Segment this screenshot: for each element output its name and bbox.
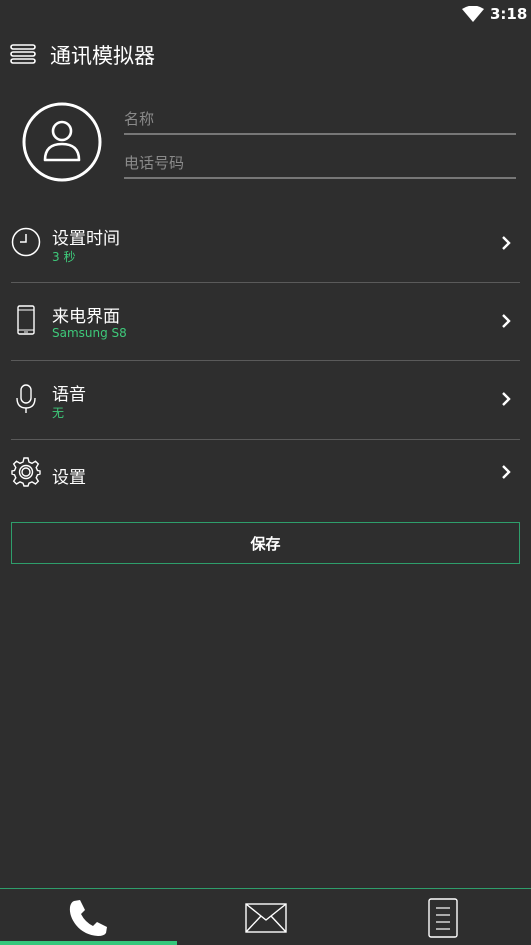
name-field [124,107,516,135]
setting-row-settings[interactable]: 设置 [11,440,520,518]
setting-row-call-screen[interactable]: 来电界面 Samsung S8 [11,283,520,361]
mail-icon [245,903,287,933]
phone-icon [69,900,107,936]
clock-icon [11,227,41,257]
setting-label: 语音 [52,385,86,405]
chevron-right-icon [502,465,511,479]
wifi-icon [462,6,484,22]
setting-value: 3 秒 [52,250,76,264]
save-button[interactable]: 保存 [11,522,520,564]
bottom-nav [0,888,531,945]
status-bar: 3:18 [0,0,531,30]
status-time: 3:18 [490,5,528,23]
gear-icon [11,457,41,487]
user-avatar-icon[interactable] [21,101,103,183]
app-bar: 通讯模拟器 [0,36,531,72]
name-input[interactable] [124,107,516,131]
tab-documents[interactable] [354,889,531,945]
document-icon [428,898,458,938]
phone-field [124,151,516,179]
setting-row-time[interactable]: 设置时间 3 秒 [11,205,520,283]
setting-label: 来电界面 [52,307,120,327]
setting-value: 无 [52,406,65,420]
phone-input[interactable] [124,151,516,175]
setting-row-voice[interactable]: 语音 无 [11,361,520,439]
chevron-right-icon [502,392,511,406]
chevron-right-icon [502,314,511,328]
active-tab-indicator [0,941,177,945]
setting-label: 设置 [52,468,86,488]
setting-value: Samsung S8 [52,326,127,340]
app-title: 通讯模拟器 [50,44,155,68]
phone-device-icon [17,305,35,335]
chevron-right-icon [502,236,511,250]
tab-messages[interactable] [177,889,354,945]
setting-label: 设置时间 [52,229,120,249]
microphone-icon [16,384,36,413]
hamburger-menu-icon[interactable] [10,43,36,65]
tab-phone[interactable] [0,889,177,945]
